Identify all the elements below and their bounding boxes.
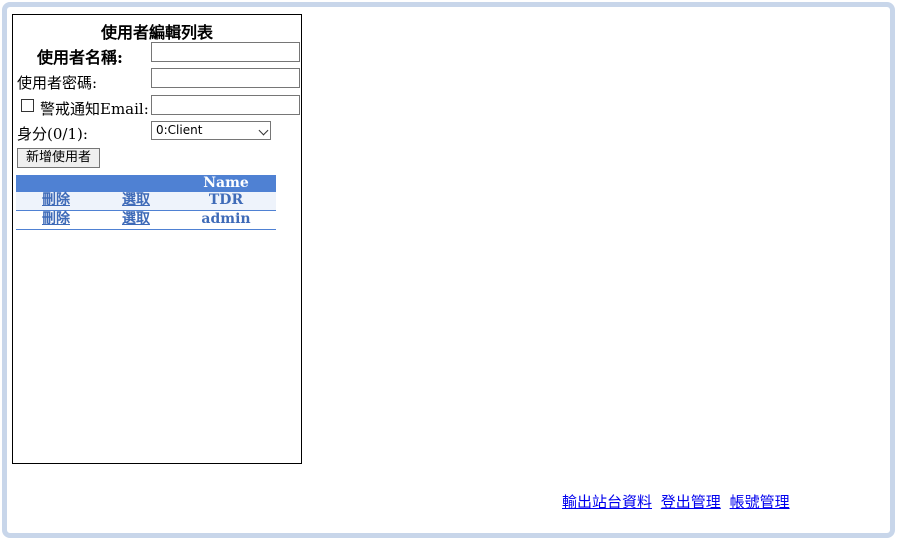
delete-link[interactable]: 刪除 <box>16 192 96 209</box>
account-management-link[interactable]: 帳號管理 <box>730 493 790 511</box>
select-link[interactable]: 選取 <box>96 211 176 228</box>
role-label: 身分(0/1): <box>17 125 88 143</box>
panel-title: 使用者編輯列表 <box>100 23 213 42</box>
export-site-data-link[interactable]: 輸出站台資料 <box>562 493 652 511</box>
alert-checkbox[interactable] <box>21 99 34 112</box>
footer-links: 輸出站台資料 登出管理 帳號管理 <box>562 491 794 512</box>
alert-email-label: 警戒通知Email: <box>40 100 149 118</box>
logout-link[interactable]: 登出管理 <box>661 493 721 511</box>
add-user-button[interactable]: 新增使用者 <box>17 148 101 168</box>
role-select[interactable]: 0:Client <box>151 121 271 140</box>
username-input[interactable] <box>151 42 300 62</box>
user-edit-panel: 使用者編輯列表 使用者名稱: 使用者密碼: 警戒通知Email: 身分(0/1)… <box>12 14 302 464</box>
password-label: 使用者密碼: <box>17 74 98 92</box>
table-row: 刪除 選取 TDR <box>16 192 276 211</box>
alert-email-input[interactable] <box>151 95 300 115</box>
role-select-value: 0:Client <box>156 123 203 137</box>
user-name: TDR <box>208 192 244 208</box>
chevron-down-icon <box>258 125 269 136</box>
select-link[interactable]: 選取 <box>96 192 176 209</box>
header-cell-name: Name <box>203 175 249 191</box>
header-cell-1 <box>16 175 96 192</box>
header-cell-2 <box>96 175 176 192</box>
delete-link[interactable]: 刪除 <box>16 211 96 228</box>
user-table: Name 刪除 選取 TDR 刪除 選取 admin <box>16 175 276 230</box>
password-input[interactable] <box>151 68 300 88</box>
user-name: admin <box>201 211 251 227</box>
table-row: 刪除 選取 admin <box>16 211 276 230</box>
table-header: Name <box>16 175 276 192</box>
username-label: 使用者名稱: <box>37 48 123 67</box>
